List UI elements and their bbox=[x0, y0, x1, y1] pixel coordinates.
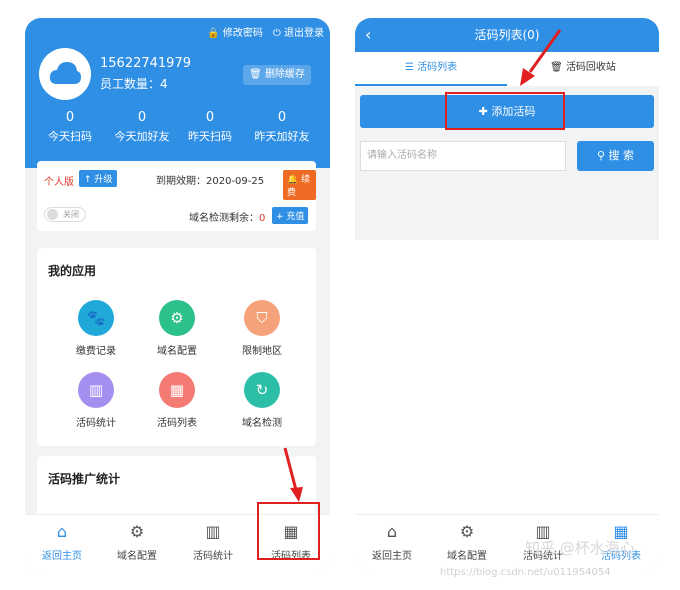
cloud-icon bbox=[49, 62, 81, 84]
logout-link[interactable]: ⏻ 退出登录 bbox=[273, 24, 324, 39]
home-screen: 🔒 修改密码 ⏻ 退出登录 15622741979 员工数量：4 🗑 删除缓存 … bbox=[25, 18, 330, 571]
upgrade-button[interactable]: ↑ 升级 bbox=[79, 170, 118, 187]
stat-value: 0 bbox=[65, 110, 75, 125]
logout-label: 退出登录 bbox=[284, 28, 324, 39]
app-payment-records[interactable]: 🐾 缴费记录 bbox=[61, 300, 131, 357]
bar-chart-icon: ▥ bbox=[205, 522, 221, 541]
home-icon: ⌂ bbox=[386, 522, 398, 541]
refresh-icon: ↻ bbox=[244, 372, 280, 408]
bar-chart-icon: ▥ bbox=[78, 372, 114, 408]
app-label: 域名检测 bbox=[242, 418, 282, 429]
stat-yesterday-scan: 0 昨天扫码 bbox=[175, 110, 245, 144]
version-card: 个人版 ↑ 升级 到期效期：2020-09-25 🔔 续费 关闭 域名检测剩余：… bbox=[37, 161, 316, 231]
page-header: ‹ 活码列表(0) bbox=[355, 18, 659, 52]
stat-label: 昨天加好友 bbox=[254, 130, 310, 143]
watermark: 知乎 @杯水海心 bbox=[525, 539, 635, 557]
version-type: 个人版 bbox=[44, 177, 74, 188]
charge-button[interactable]: + 充值 bbox=[272, 207, 309, 224]
tab-code-list[interactable]: ☰ 活码列表 bbox=[355, 52, 507, 86]
app-label: 域名配置 bbox=[157, 346, 197, 357]
stat-value: 0 bbox=[277, 110, 287, 125]
highlight-box bbox=[445, 92, 565, 130]
expire-date: 到期效期：2020-09-25 bbox=[156, 176, 265, 187]
promo-stats-title: 活码推广统计 bbox=[48, 472, 121, 486]
domain-check-value: 0 bbox=[259, 213, 266, 224]
nav-domain-config[interactable]: ⚙ 域名配置 bbox=[430, 521, 504, 562]
stat-value: 0 bbox=[137, 110, 147, 125]
highlight-box bbox=[257, 502, 320, 560]
app-label: 活码统计 bbox=[76, 418, 116, 429]
stat-label: 今天加好友 bbox=[114, 130, 170, 143]
app-domain-config[interactable]: ⚙ 域名配置 bbox=[142, 300, 212, 357]
nav-label: 返回主页 bbox=[372, 551, 412, 562]
stat-today-friends: 0 今天加好友 bbox=[107, 110, 177, 144]
home-icon: ⌂ bbox=[56, 522, 68, 541]
gear-icon: ⚙ bbox=[459, 522, 475, 541]
my-apps-card: 我的应用 🐾 缴费记录 ⚙ 域名配置 ⛉ 限制地区 ▥ 活码统计 ▦ 活码列表 … bbox=[37, 248, 316, 446]
nav-label: 域名配置 bbox=[447, 551, 487, 562]
back-icon[interactable]: ‹ bbox=[365, 18, 371, 52]
stat-label: 今天扫码 bbox=[48, 130, 92, 143]
app-code-list[interactable]: ▦ 活码列表 bbox=[142, 372, 212, 429]
avatar bbox=[39, 48, 91, 100]
nav-label: 返回主页 bbox=[42, 551, 82, 562]
upgrade-label: 升级 bbox=[94, 175, 113, 185]
app-label: 缴费记录 bbox=[76, 346, 116, 357]
page-title: 活码列表(0) bbox=[474, 28, 540, 42]
profile-header: 🔒 修改密码 ⏻ 退出登录 15622741979 员工数量：4 🗑 删除缓存 … bbox=[25, 18, 330, 168]
renew-button[interactable]: 🔔 续费 bbox=[283, 170, 316, 200]
nav-home[interactable]: ⌂ 返回主页 bbox=[25, 521, 99, 562]
nav-label: 活码统计 bbox=[193, 551, 233, 562]
gear-icon: ⚙ bbox=[129, 522, 145, 541]
nav-domain-config[interactable]: ⚙ 域名配置 bbox=[100, 521, 174, 562]
renew-label: 续费 bbox=[287, 175, 311, 198]
stat-today-scan: 0 今天扫码 bbox=[35, 110, 105, 144]
clear-cache-button[interactable]: 🗑 删除缓存 bbox=[243, 65, 311, 85]
stat-yesterday-friends: 0 昨天加好友 bbox=[247, 110, 317, 144]
search-input[interactable]: 请输入活码名称 bbox=[360, 141, 566, 171]
domain-check-label: 域名检测剩余： bbox=[189, 213, 259, 224]
paw-icon: 🐾 bbox=[78, 300, 114, 336]
domain-check-remaining: 域名检测剩余：0 bbox=[189, 209, 265, 224]
status-toggle[interactable]: 关闭 bbox=[44, 207, 86, 222]
list-area bbox=[355, 240, 659, 516]
app-code-stats[interactable]: ▥ 活码统计 bbox=[61, 372, 131, 429]
account-phone: 15622741979 bbox=[100, 56, 191, 71]
app-label: 活码列表 bbox=[157, 418, 197, 429]
tab-label: 活码列表 bbox=[417, 62, 458, 73]
nav-label: 域名配置 bbox=[117, 551, 157, 562]
staff-count: 员工数量：4 bbox=[100, 77, 168, 91]
nav-home[interactable]: ⌂ 返回主页 bbox=[355, 521, 429, 562]
nav-code-stats[interactable]: ▥ 活码统计 bbox=[176, 521, 250, 562]
clear-cache-label: 删除缓存 bbox=[264, 69, 305, 80]
my-apps-title: 我的应用 bbox=[48, 264, 97, 278]
change-password-label: 修改密码 bbox=[222, 28, 263, 39]
search-label: 搜 索 bbox=[608, 149, 635, 162]
charge-label: 充值 bbox=[286, 212, 305, 222]
tab-recycle-bin[interactable]: 🗑 活码回收站 bbox=[507, 52, 659, 86]
shield-icon: ⛉ bbox=[244, 300, 280, 336]
gear-icon: ⚙ bbox=[159, 300, 195, 336]
search-button[interactable]: ⚲ 搜 索 bbox=[577, 141, 654, 171]
tab-bar: ☰ 活码列表 🗑 活码回收站 bbox=[355, 52, 659, 86]
search-icon: ⚲ bbox=[596, 149, 606, 162]
stat-value: 0 bbox=[205, 110, 215, 125]
qrcode-icon: ▦ bbox=[159, 372, 195, 408]
app-domain-check[interactable]: ↻ 域名检测 bbox=[227, 372, 297, 429]
app-restricted-regions[interactable]: ⛉ 限制地区 bbox=[227, 300, 297, 357]
app-label: 限制地区 bbox=[242, 346, 282, 357]
tab-label: 活码回收站 bbox=[565, 62, 616, 73]
stat-label: 昨天扫码 bbox=[188, 130, 232, 143]
watermark-url: https://blog.csdn.net/u011954054 bbox=[440, 567, 611, 578]
change-password-link[interactable]: 🔒 修改密码 bbox=[207, 24, 263, 39]
